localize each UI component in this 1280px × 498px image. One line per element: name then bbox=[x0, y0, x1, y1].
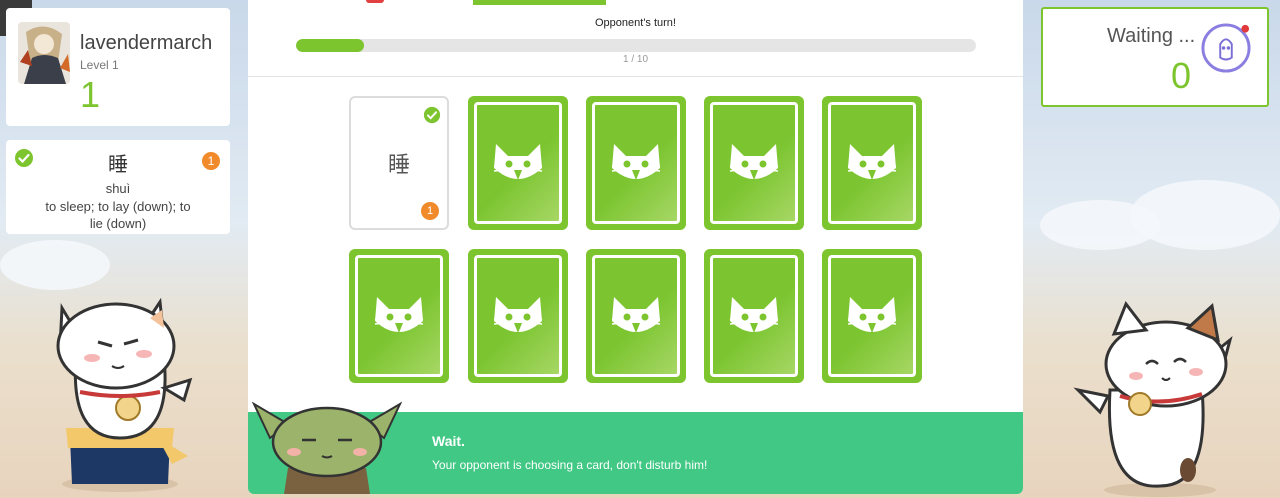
memory-card-hidden[interactable] bbox=[468, 96, 568, 230]
word-character: 睡 bbox=[108, 154, 128, 176]
opponent-cat-mascot bbox=[1073, 300, 1233, 497]
avatar bbox=[18, 22, 70, 84]
cat-face-icon bbox=[592, 255, 680, 377]
player-score: 1 bbox=[80, 74, 101, 115]
round-progress-count: 1 / 10 bbox=[622, 54, 649, 65]
check-circle-icon bbox=[423, 106, 441, 124]
cat-face-icon bbox=[828, 102, 916, 224]
memory-card-hidden[interactable] bbox=[586, 249, 686, 383]
memory-card-revealed[interactable]: 睡 1 bbox=[349, 96, 449, 230]
card-character: 睡 bbox=[387, 152, 410, 177]
opponent-card: Waiting ... 0 bbox=[1041, 7, 1269, 107]
cat-face-icon bbox=[355, 255, 443, 377]
cat-face-icon bbox=[474, 255, 562, 377]
memory-card-hidden[interactable] bbox=[822, 96, 922, 230]
check-circle-icon bbox=[15, 149, 33, 167]
memory-card-hidden[interactable] bbox=[704, 249, 804, 383]
waiting-cat-mascot bbox=[252, 401, 402, 494]
banner-title: Wait. bbox=[432, 433, 465, 449]
round-progress-bar bbox=[296, 39, 976, 52]
round-progress-fill bbox=[296, 39, 364, 52]
banner-message: Your opponent is choosing a card, don't … bbox=[432, 458, 708, 472]
turn-status: Opponent's turn! bbox=[595, 17, 676, 29]
cat-face-icon bbox=[474, 102, 562, 224]
memory-card-hidden[interactable] bbox=[586, 96, 686, 230]
collected-word-card: 1 睡 shuì to sleep; to lay (down); to lie… bbox=[6, 140, 230, 234]
cloud bbox=[1130, 180, 1280, 250]
cat-face-icon bbox=[710, 102, 798, 224]
opponent-score: 0 bbox=[1171, 55, 1192, 96]
top-indicator bbox=[366, 0, 384, 3]
cat-face-icon bbox=[828, 255, 916, 377]
cloud bbox=[0, 240, 110, 290]
word-definition: to sleep; to lay (down); to lie (down) bbox=[45, 199, 191, 231]
player-cat-mascot bbox=[56, 297, 193, 492]
opponent-avatar bbox=[1201, 23, 1251, 73]
opponent-status: Waiting ... bbox=[1107, 25, 1196, 47]
cat-face-icon bbox=[592, 102, 680, 224]
memory-card-hidden[interactable] bbox=[468, 249, 568, 383]
cat-face-icon bbox=[710, 255, 798, 377]
player-name: lavendermarch bbox=[80, 32, 213, 54]
active-tab-indicator bbox=[473, 0, 606, 5]
divider bbox=[248, 76, 1023, 77]
word-count-badge: 1 bbox=[202, 152, 220, 170]
status-banner: Wait. Your opponent is choosing a card, … bbox=[248, 401, 1023, 494]
card-count-badge: 1 bbox=[421, 202, 439, 220]
word-pinyin: shuì bbox=[105, 181, 131, 196]
memory-card-hidden[interactable] bbox=[822, 249, 922, 383]
memory-card-hidden[interactable] bbox=[704, 96, 804, 230]
game-board: Opponent's turn! 1 / 10 睡 1 Wait. Your o… bbox=[248, 0, 1023, 494]
memory-card-hidden[interactable] bbox=[349, 249, 449, 383]
player-card: lavendermarch Level 1 1 bbox=[6, 8, 230, 126]
player-level: Level 1 bbox=[80, 58, 119, 72]
